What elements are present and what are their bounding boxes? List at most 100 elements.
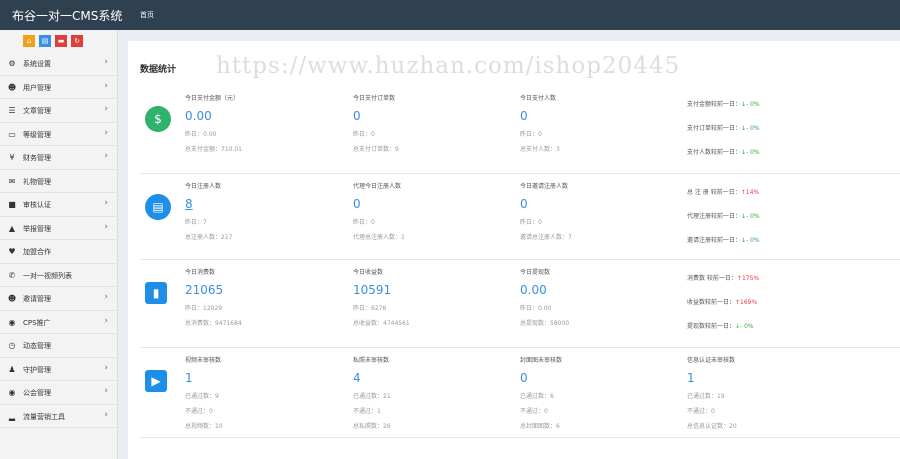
compare-value: - 0% [746, 125, 760, 132]
sidebar-item-label: 流量营销工具 [23, 412, 65, 421]
stat-sub: 总提现数：58000 [520, 320, 570, 327]
clock-icon: ◷ [8, 341, 16, 350]
chevron-right-icon: › [104, 151, 108, 161]
sidebar-item[interactable]: ☰ 文章管理 › [0, 99, 118, 123]
stat-value: 0.00 [520, 283, 547, 297]
sidebar-item[interactable]: ▲ 举报管理 › [0, 217, 118, 240]
refresh-icon[interactable]: ↻ [71, 35, 83, 47]
sidebar-item-label: 财务管理 [23, 154, 51, 162]
heart-icon: ♥ [8, 247, 16, 256]
stat-sub: 总收益数：4744561 [353, 320, 410, 327]
stat-value: 0 [520, 109, 528, 123]
sidebar-item[interactable]: ☻ 用户管理 › [0, 76, 118, 99]
chevron-right-icon: › [104, 127, 108, 138]
stat-sub: 总私照数：26 [353, 423, 391, 430]
sidebar-item[interactable]: ¥ 财务管理 › [0, 146, 118, 170]
stat-value[interactable]: 8 [185, 193, 232, 215]
tv-icon: ▶ [145, 370, 167, 392]
sidebar: ⌂ ▤ ▬ ↻ ⚙ 系统设置 › ☻ 用户管理 › ☰ 文章管理 › ▭ 等级管理 › ¥ 财务管理 › ✉ 礼物管理… [0, 30, 118, 459]
trash-icon[interactable]: ▬ [55, 35, 67, 47]
stat-sub: 昨日：0 [520, 219, 542, 226]
stat-column: 封面图未审核数 0 已通过数：6 不通过：0 总封面图数：6 [520, 355, 562, 434]
compare-value: - 0% [746, 101, 760, 108]
sidebar-item[interactable]: ▭ 等级管理 › [0, 123, 118, 146]
chevron-right-icon: › [104, 409, 108, 420]
stat-title: 视频未审核数 [185, 357, 222, 364]
compare-label: 支付人数较前一日： [687, 149, 742, 156]
stat-value: 4 [353, 371, 361, 385]
sidebar-item-label: 邀请管理 [23, 295, 51, 303]
stat-sub: 昨日：7 [185, 219, 207, 226]
stat-title: 私照未审核数 [353, 357, 390, 364]
stat-title: 今日提现数 [520, 269, 551, 276]
clipboard-icon: ▤ [145, 194, 171, 220]
book-icon: ▮ [145, 282, 167, 304]
stat-title: 今日支付订单数 [353, 95, 396, 102]
sidebar-item-label: 等级管理 [23, 130, 51, 139]
stat-title: 今日支付金额（元） [185, 95, 240, 102]
compare-value: 175% [741, 275, 760, 282]
stat-sub: 不通过：0 [185, 408, 213, 415]
compare-line: 支付订单较前一日：↓- 0% [687, 123, 760, 132]
stat-column: 今日支付订单数 0 昨日：0 总支付订单数：9 [353, 93, 399, 157]
yen-icon: ¥ [9, 153, 15, 162]
stat-sub: 昨日：6276 [353, 305, 387, 312]
sidebar-item-label: 礼物管理 [23, 177, 51, 186]
home-icon[interactable]: ⌂ [23, 35, 35, 47]
sidebar-item[interactable]: ■ 审核认证 › [0, 193, 118, 217]
stat-title: 代理今日注册人数 [353, 183, 402, 190]
gift-icon: ✉ [8, 176, 16, 186]
sidebar-item-label: 文章管理 [23, 107, 51, 115]
sidebar-item-label: 举报管理 [23, 224, 51, 233]
sidebar-item[interactable]: ☻ 邀请管理 › [0, 287, 118, 311]
chevron-right-icon: › [104, 221, 108, 232]
compare-value: - 0% [746, 149, 760, 156]
compare-line: 提现数较前一日：↓- 0% [687, 321, 754, 330]
chevron-right-icon: › [104, 57, 108, 67]
eye-icon: ◉ [8, 317, 16, 327]
stat-sub: 总视频数：10 [185, 423, 223, 430]
eye-icon: ◉ [8, 388, 16, 397]
stat-sub: 总注册人数：217 [185, 234, 233, 241]
stat-sub: 总支付金额：710.01 [185, 146, 242, 153]
sidebar-item[interactable]: ✉ 礼物管理 [0, 170, 118, 193]
document-icon[interactable]: ▤ [39, 35, 51, 47]
stat-column: 今日支付金额（元） 0.00 昨日：0.00 总支付金额：710.01 [185, 93, 242, 157]
chevron-right-icon: › [104, 386, 108, 396]
compare-line: 代理注册较前一日：↓- 0% [687, 211, 760, 220]
quick-action-buttons: ⌂ ▤ ▬ ↻ [23, 35, 83, 47]
sidebar-item[interactable]: ◉ CPS推广 › [0, 311, 118, 334]
stat-sub: 总消费数：9471684 [185, 320, 242, 327]
stat-title: 今日邀请注册人数 [520, 183, 569, 190]
sidebar-item[interactable]: ♟ 守护管理 › [0, 358, 118, 381]
list-icon: ☰ [8, 106, 16, 115]
stat-sub: 昨日：0 [520, 131, 542, 138]
stat-value: 1 [687, 371, 695, 385]
sidebar-item[interactable]: ✆ 一对一视频列表 [0, 264, 118, 287]
stat-sub: 不通过：1 [353, 408, 381, 415]
chevron-right-icon: › [104, 80, 108, 91]
chevron-right-icon: › [104, 198, 108, 208]
stat-sub: 已通过数：19 [687, 393, 725, 400]
stat-value: 0 [520, 371, 528, 385]
sidebar-item[interactable]: ♥ 加盟合作 [0, 240, 118, 264]
compare-value: - 0% [746, 213, 760, 220]
sidebar-item[interactable]: ⚙ 系统设置 › [0, 52, 118, 76]
stat-column: 今日支付人数 0 昨日：0 总支付人数：3 [520, 93, 560, 157]
stat-title: 今日收益数 [353, 269, 384, 276]
nav-home-link[interactable]: 首页 [140, 10, 154, 20]
sidebar-item[interactable]: ◷ 动态管理 [0, 334, 118, 358]
phone-icon: ✆ [8, 270, 16, 280]
sidebar-item[interactable]: ▂ 流量营销工具 › [0, 405, 118, 428]
stat-sub: 昨日：0 [353, 219, 375, 226]
compare-value: - 0% [746, 237, 760, 244]
stat-column: 代理今日注册人数 0 昨日：0 代理总注册人数：1 [353, 181, 405, 245]
stat-sub: 不通过：0 [520, 408, 548, 415]
compare-value: 169% [740, 299, 758, 306]
sidebar-item-label: 加盟合作 [23, 248, 51, 256]
sidebar-item-label: 守护管理 [23, 365, 51, 374]
stat-sub: 总支付人数：3 [520, 146, 560, 153]
stat-sub: 邀请总注册人数：7 [520, 234, 572, 241]
gears-icon: ⚙ [8, 59, 16, 68]
sidebar-item[interactable]: ◉ 公会管理 › [0, 381, 118, 405]
